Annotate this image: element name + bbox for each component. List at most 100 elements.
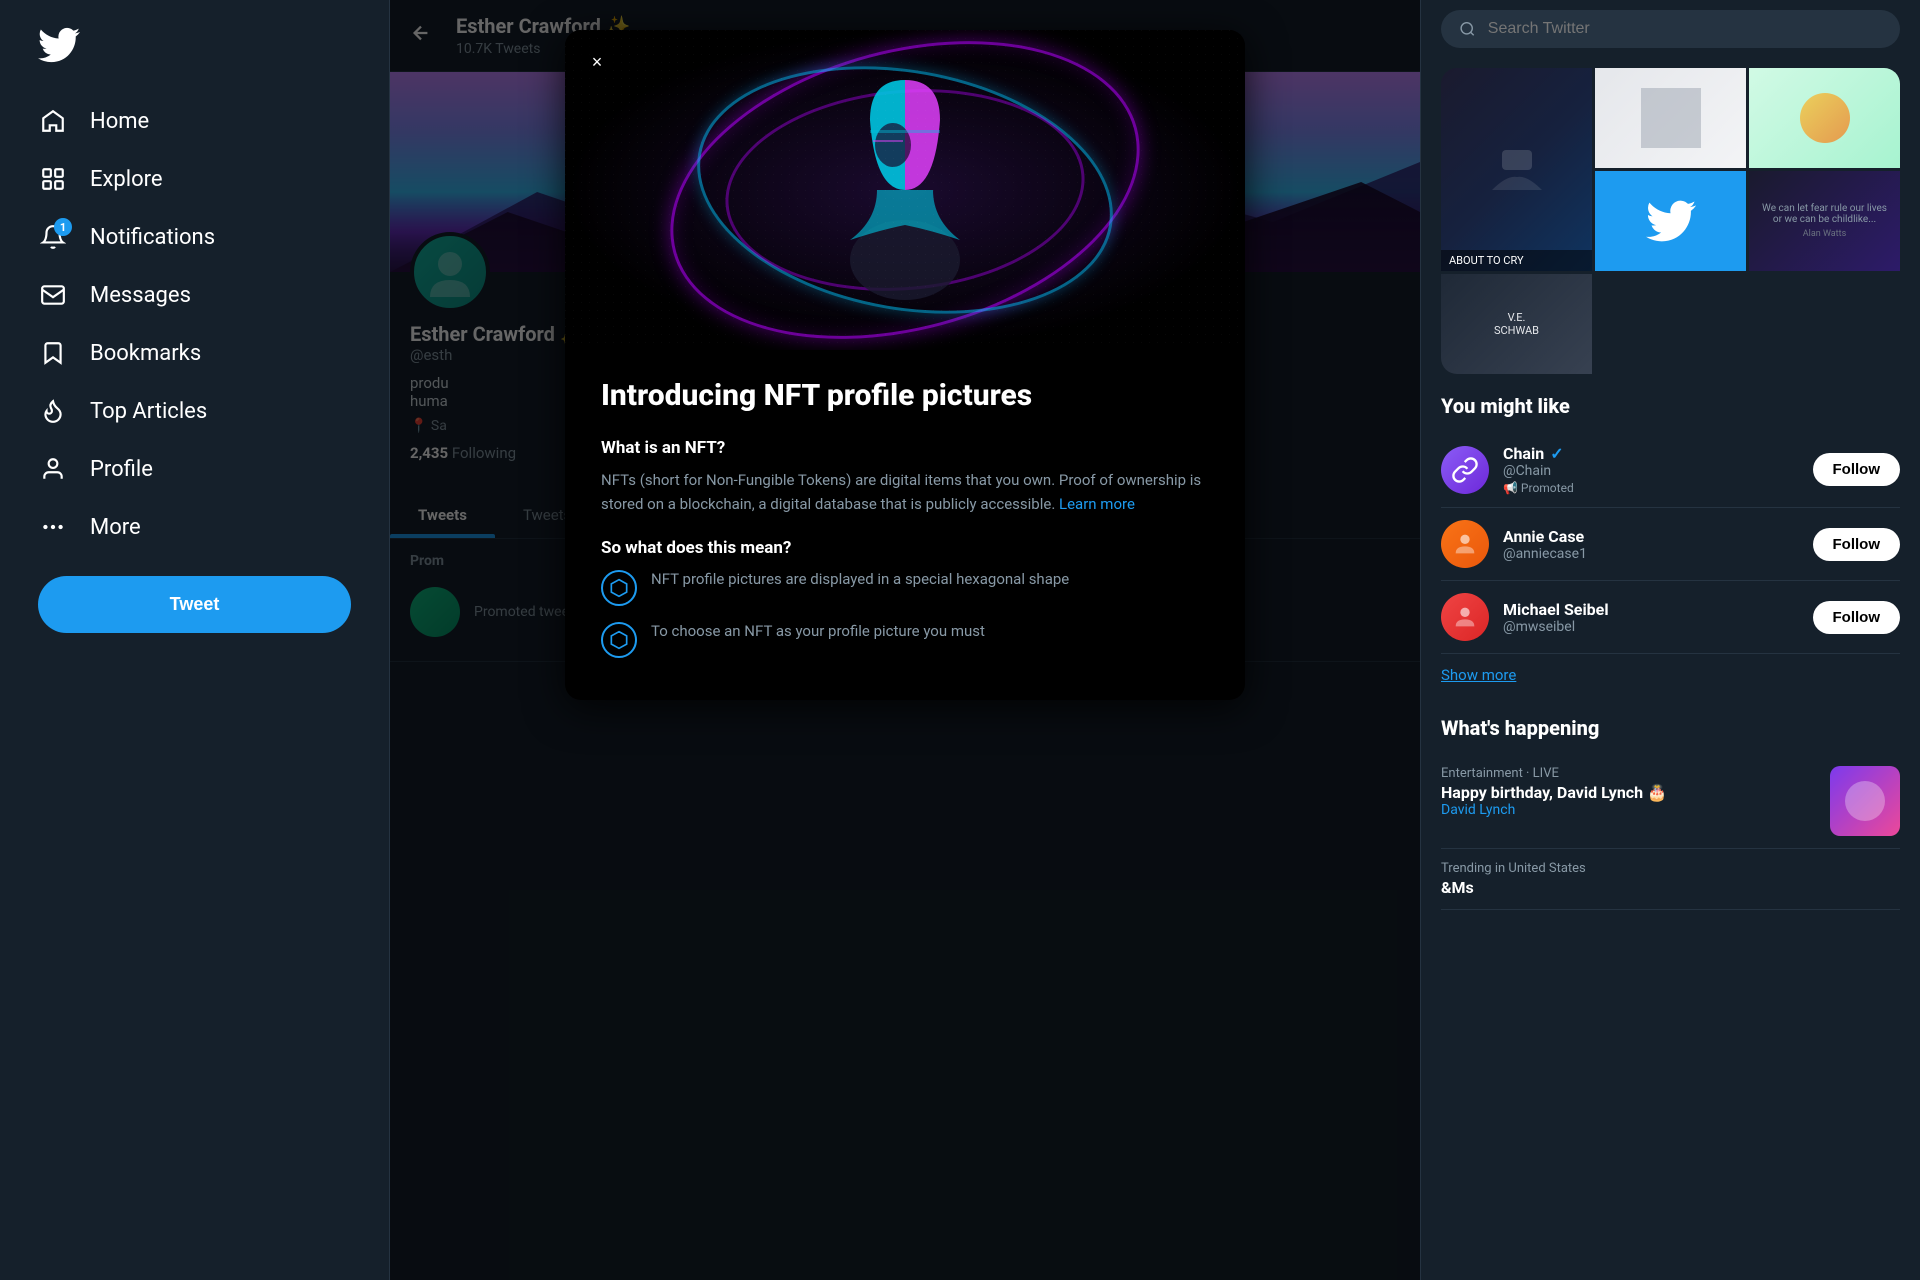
sidebar-item-home[interactable]: Home	[20, 92, 369, 150]
profile-label: Profile	[90, 457, 153, 482]
sidebar-item-bookmarks[interactable]: Bookmarks	[20, 324, 369, 382]
annie-avatar-icon	[1451, 530, 1479, 558]
promoted-tag-chain: 📢 Promoted	[1503, 481, 1799, 495]
suggestion-chain-handle: @Chain	[1503, 463, 1799, 479]
suggestion-annie-info: Annie Case @anniecase1	[1503, 527, 1799, 562]
twitter-logo[interactable]	[20, 10, 369, 84]
follow-michael-button[interactable]: Follow	[1813, 601, 1901, 634]
whats-happening-title: What's happening	[1441, 716, 1900, 740]
media-cell-3[interactable]	[1749, 68, 1900, 168]
search-input[interactable]	[1488, 20, 1882, 38]
more-label: More	[90, 515, 141, 540]
happening-item-1-info: Entertainment · LIVE Happy birthday, Dav…	[1441, 766, 1667, 818]
nft-feature-1: NFT profile pictures are displayed in a …	[601, 568, 1209, 606]
nft-modal-body: Introducing NFT profile pictures What is…	[565, 350, 1245, 700]
close-modal-button[interactable]: ×	[579, 44, 615, 80]
nft-section1-text: NFTs (short for Non-Fungible Tokens) are…	[601, 468, 1209, 516]
nft-modal-image: ×	[565, 30, 1245, 350]
happening-item-1[interactable]: Entertainment · LIVE Happy birthday, Dav…	[1441, 754, 1900, 849]
happening-item-2[interactable]: Trending in United States &Ms	[1441, 849, 1900, 910]
media-cell-1[interactable]: ABOUT TO CRY	[1441, 68, 1592, 271]
suggestion-annie-handle: @anniecase1	[1503, 546, 1799, 562]
nft-section2-heading: So what does this mean?	[601, 538, 1209, 558]
whats-happening-section: What's happening Entertainment · LIVE Ha…	[1441, 716, 1900, 910]
search-bar[interactable]	[1441, 10, 1900, 48]
suggestion-annie: Annie Case @anniecase1 Follow	[1441, 508, 1900, 581]
suggestion-annie-avatar	[1441, 520, 1489, 568]
explore-icon	[38, 164, 68, 194]
modal-overlay[interactable]: ×	[390, 0, 1420, 1280]
more-icon	[38, 512, 68, 542]
media-face-3	[1800, 93, 1850, 143]
sidebar-item-more[interactable]: More	[20, 498, 369, 556]
nft-feature-2: To choose an NFT as your profile picture…	[601, 620, 1209, 658]
michael-avatar-icon	[1451, 603, 1479, 631]
happening-item-2-info: Trending in United States &Ms	[1441, 861, 1586, 897]
follow-chain-button[interactable]: Follow	[1813, 453, 1901, 486]
main-nav: Home Explore 1 Notifications	[20, 92, 369, 556]
explore-label: Explore	[90, 167, 163, 192]
media-cell-6[interactable]: V.E.SCHWAB	[1441, 274, 1592, 374]
happening-meta-1: Entertainment · LIVE	[1441, 766, 1667, 781]
search-icon	[1459, 20, 1476, 38]
media-cell-2[interactable]	[1595, 68, 1746, 168]
media-overlay-1: ABOUT TO CRY	[1441, 250, 1592, 271]
happening-meta-2: Trending in United States	[1441, 861, 1586, 876]
happening-link-1[interactable]: David Lynch	[1441, 802, 1667, 818]
chain-icon	[1451, 456, 1479, 484]
media-cell-4[interactable]	[1595, 171, 1746, 271]
top-articles-label: Top Articles	[90, 399, 207, 424]
nft-hexagon-icon	[601, 570, 637, 606]
media-cell-5[interactable]: We can let fear rule our lives or we can…	[1749, 171, 1900, 271]
right-sidebar: ABOUT TO CRY We can let fear rule our li…	[1420, 0, 1920, 1280]
happening-title-2: &Ms	[1441, 878, 1586, 897]
nft-texture	[565, 30, 1245, 350]
suggestion-michael-avatar	[1441, 593, 1489, 641]
messages-label: Messages	[90, 283, 191, 308]
media-grid: ABOUT TO CRY We can let fear rule our li…	[1441, 68, 1900, 374]
verified-icon-chain: ✓	[1550, 444, 1563, 463]
nft-section1-heading: What is an NFT?	[601, 438, 1209, 458]
nft-modal-title: Introducing NFT profile pictures	[601, 378, 1209, 414]
notifications-label: Notifications	[90, 225, 215, 250]
person-icon	[38, 454, 68, 484]
follow-annie-button[interactable]: Follow	[1813, 528, 1901, 561]
mail-icon	[38, 280, 68, 310]
sidebar-item-messages[interactable]: Messages	[20, 266, 369, 324]
bookmarks-label: Bookmarks	[90, 341, 201, 366]
sidebar: Home Explore 1 Notifications	[0, 0, 390, 1280]
suggestion-chain-info: Chain ✓ @Chain 📢 Promoted	[1503, 444, 1799, 495]
main-content: Esther Crawford ✨ 10.7K Tweets Be bold.G…	[390, 0, 1420, 1280]
tweet-button[interactable]: Tweet	[38, 576, 351, 633]
suggestion-chain: Chain ✓ @Chain 📢 Promoted Follow	[1441, 432, 1900, 508]
suggestion-michael-handle: @mwseibel	[1503, 619, 1799, 635]
show-more-link[interactable]: Show more	[1441, 654, 1900, 696]
happening-title-1: Happy birthday, David Lynch 🎂	[1441, 783, 1667, 802]
sidebar-item-top-articles[interactable]: Top Articles	[20, 382, 369, 440]
nft-feature2-text: To choose an NFT as your profile picture…	[651, 620, 985, 643]
sidebar-item-notifications[interactable]: 1 Notifications	[20, 208, 369, 266]
happening-thumb-1	[1830, 766, 1900, 836]
sidebar-item-explore[interactable]: Explore	[20, 150, 369, 208]
nft-modal: ×	[565, 30, 1245, 700]
home-label: Home	[90, 109, 149, 134]
suggestion-michael-name: Michael Seibel	[1503, 600, 1799, 619]
suggestion-michael: Michael Seibel @mwseibel Follow	[1441, 581, 1900, 654]
suggestion-chain-avatar	[1441, 446, 1489, 494]
home-icon	[38, 106, 68, 136]
notification-badge: 1	[54, 218, 72, 236]
flame-icon	[38, 396, 68, 426]
nft-arrow-icon	[601, 622, 637, 658]
bookmark-icon	[38, 338, 68, 368]
suggestion-annie-name: Annie Case	[1503, 527, 1799, 546]
you-might-like-title: You might like	[1441, 394, 1900, 418]
bell-icon: 1	[38, 222, 68, 252]
sidebar-item-profile[interactable]: Profile	[20, 440, 369, 498]
nft-learn-more-link[interactable]: Learn more	[1059, 495, 1135, 513]
media-image-2	[1641, 88, 1701, 148]
suggestion-chain-name: Chain ✓	[1503, 444, 1799, 463]
nft-feature1-text: NFT profile pictures are displayed in a …	[651, 568, 1069, 591]
media-twitter-icon	[1646, 196, 1696, 246]
media-person-icon	[1487, 145, 1547, 195]
suggestion-michael-info: Michael Seibel @mwseibel	[1503, 600, 1799, 635]
